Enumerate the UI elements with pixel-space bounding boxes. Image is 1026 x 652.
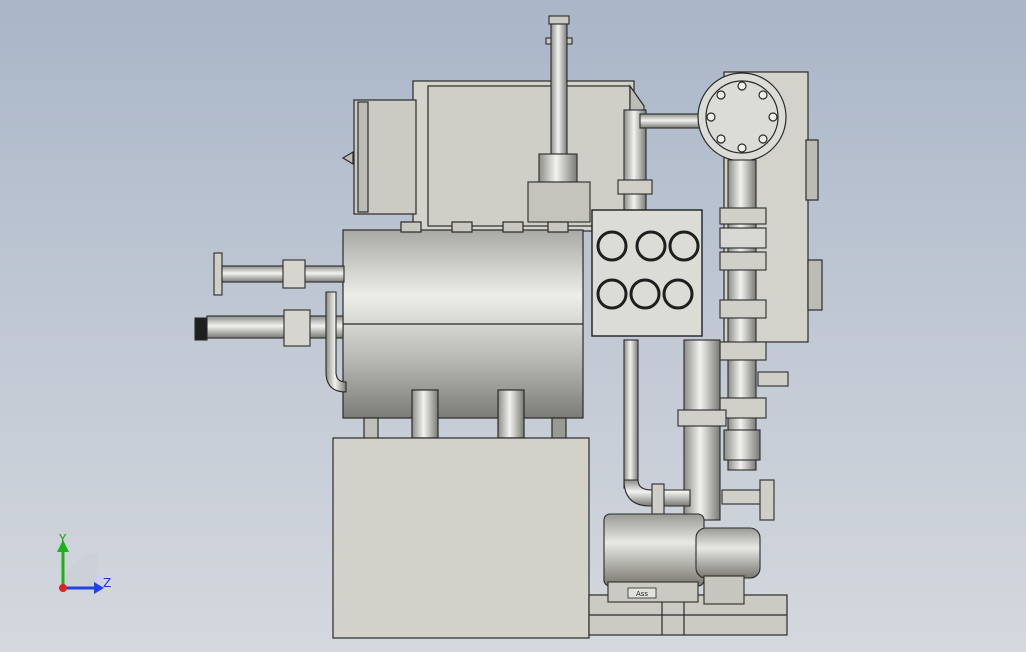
triad-x-axis-dot	[59, 584, 67, 592]
assembly-drawing: Ass	[57, 15, 823, 639]
control-cabinet	[341, 80, 645, 232]
horizontal-tank	[342, 221, 584, 441]
cad-viewport[interactable]: Ass Y Z	[0, 0, 1026, 652]
gauge-panel	[591, 209, 703, 337]
pump-motor	[603, 513, 761, 605]
motor-nameplate: Ass	[636, 590, 648, 598]
triad-z-label: Z	[103, 576, 112, 590]
inlet-pipes	[194, 252, 347, 393]
orientation-triad	[57, 540, 104, 594]
triad-y-label: Y	[59, 532, 67, 546]
riser-pipe	[617, 109, 701, 211]
